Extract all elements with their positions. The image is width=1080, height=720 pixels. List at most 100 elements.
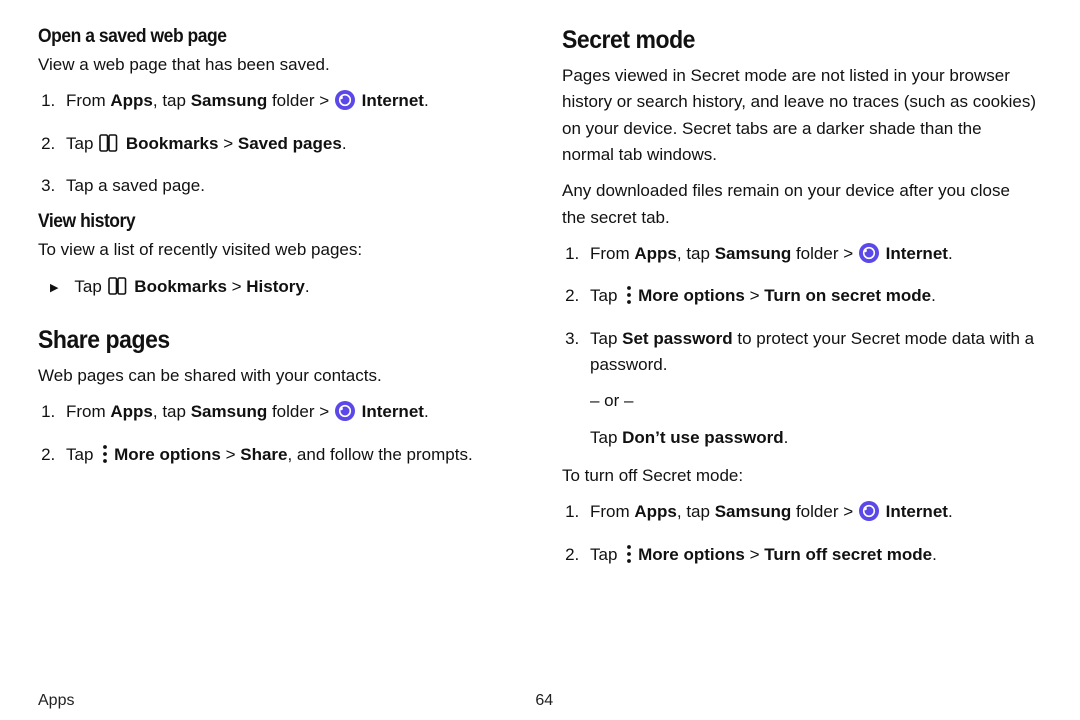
- bookmark-icon: [99, 133, 119, 161]
- step: Tap More options > Turn on secret mode.: [584, 283, 1038, 313]
- t: folder >: [791, 244, 858, 263]
- steps-view-history: Tap Bookmarks > History.: [38, 274, 514, 304]
- t: Bookmarks: [134, 277, 227, 296]
- t: .: [305, 277, 310, 296]
- steps-open-saved: From Apps, tap Samsung folder > Internet…: [38, 88, 514, 199]
- step: Tap a saved page.: [60, 173, 514, 199]
- t: Share: [240, 445, 287, 464]
- step: From Apps, tap Samsung folder > Internet…: [60, 88, 514, 118]
- t: Internet: [362, 91, 424, 110]
- footer-page-number: 64: [535, 692, 553, 710]
- t: Set password: [622, 329, 733, 348]
- t: folder >: [267, 91, 334, 110]
- t: Samsung: [715, 244, 792, 263]
- page-footer: Apps 64: [38, 692, 1038, 710]
- t: >: [221, 445, 240, 464]
- intro-share-pages: Web pages can be shared with your contac…: [38, 363, 514, 389]
- more-options-icon: [626, 544, 632, 572]
- t: From: [590, 502, 634, 521]
- t: History: [246, 277, 305, 296]
- bookmark-icon: [108, 276, 128, 304]
- t: .: [784, 428, 789, 447]
- footer-section: Apps: [38, 692, 74, 710]
- t: Apps: [634, 502, 677, 521]
- t: Internet: [362, 402, 424, 421]
- t: Bookmarks: [126, 134, 219, 153]
- heading-secret-mode: Secret mode: [562, 26, 1000, 55]
- t: .: [931, 286, 936, 305]
- t: Turn on secret mode: [764, 286, 931, 305]
- t: , tap: [677, 502, 715, 521]
- or-divider: – or –: [590, 388, 1038, 414]
- t: Apps: [110, 91, 153, 110]
- intro-view-history: To view a list of recently visited web p…: [38, 237, 514, 263]
- step: From Apps, tap Samsung folder > Internet…: [584, 241, 1038, 271]
- intro-open-saved: View a web page that has been saved.: [38, 52, 514, 78]
- t: From: [66, 91, 110, 110]
- t: Tap: [590, 428, 622, 447]
- more-options-icon: [102, 444, 108, 472]
- t: Turn off secret mode: [764, 545, 932, 564]
- t: Tap: [590, 545, 622, 564]
- t: , tap: [677, 244, 715, 263]
- heading-open-saved: Open a saved web page: [38, 26, 476, 48]
- step: Tap Bookmarks > History.: [44, 274, 514, 304]
- t: Saved pages: [238, 134, 342, 153]
- t: .: [342, 134, 347, 153]
- t: Tap: [590, 329, 622, 348]
- t: More options: [638, 286, 745, 305]
- t: , tap: [153, 91, 191, 110]
- steps-secret-off: From Apps, tap Samsung folder > Internet…: [562, 499, 1038, 572]
- t: From: [66, 402, 110, 421]
- step: From Apps, tap Samsung folder > Internet…: [584, 499, 1038, 529]
- steps-secret-on: From Apps, tap Samsung folder > Internet…: [562, 241, 1038, 451]
- t: Don’t use password: [622, 428, 784, 447]
- t: More options: [638, 545, 745, 564]
- t: >: [227, 277, 246, 296]
- t: , and follow the prompts.: [287, 445, 472, 464]
- t: >: [745, 545, 764, 564]
- internet-icon: [335, 401, 355, 429]
- t: Samsung: [191, 402, 268, 421]
- two-column-layout: Open a saved web page View a web page th…: [38, 20, 1038, 688]
- t: Apps: [110, 402, 153, 421]
- t: .: [424, 402, 429, 421]
- note-secret-mode: Any downloaded files remain on your devi…: [562, 178, 1038, 231]
- t: Samsung: [715, 502, 792, 521]
- t: folder >: [791, 502, 858, 521]
- right-column: Secret mode Pages viewed in Secret mode …: [562, 20, 1038, 688]
- t: From: [590, 244, 634, 263]
- step: Tap Set password to protect your Secret …: [584, 326, 1038, 451]
- step: Tap Bookmarks > Saved pages.: [60, 131, 514, 161]
- t: .: [932, 545, 937, 564]
- intro-secret-off: To turn off Secret mode:: [562, 463, 1038, 489]
- t: Internet: [886, 244, 948, 263]
- t: .: [948, 244, 953, 263]
- step: Tap More options > Turn off secret mode.: [584, 542, 1038, 572]
- t: Samsung: [191, 91, 268, 110]
- internet-icon: [859, 501, 879, 529]
- heading-view-history: View history: [38, 211, 476, 233]
- intro-secret-mode: Pages viewed in Secret mode are not list…: [562, 63, 1038, 168]
- manual-page: Open a saved web page View a web page th…: [0, 0, 1080, 720]
- internet-icon: [859, 243, 879, 271]
- t: >: [218, 134, 237, 153]
- t: Tap: [74, 277, 106, 296]
- heading-share-pages: Share pages: [38, 326, 476, 355]
- t: Apps: [634, 244, 677, 263]
- t: Tap: [590, 286, 622, 305]
- step: From Apps, tap Samsung folder > Internet…: [60, 399, 514, 429]
- left-column: Open a saved web page View a web page th…: [38, 20, 514, 688]
- t: >: [745, 286, 764, 305]
- t: , tap: [153, 402, 191, 421]
- t: folder >: [267, 402, 334, 421]
- step: Tap More options > Share, and follow the…: [60, 442, 514, 472]
- t: Tap: [66, 445, 98, 464]
- t: Internet: [886, 502, 948, 521]
- steps-share-pages: From Apps, tap Samsung folder > Internet…: [38, 399, 514, 472]
- t: .: [948, 502, 953, 521]
- t: Tap: [66, 134, 98, 153]
- t: .: [424, 91, 429, 110]
- t: More options: [114, 445, 221, 464]
- more-options-icon: [626, 285, 632, 313]
